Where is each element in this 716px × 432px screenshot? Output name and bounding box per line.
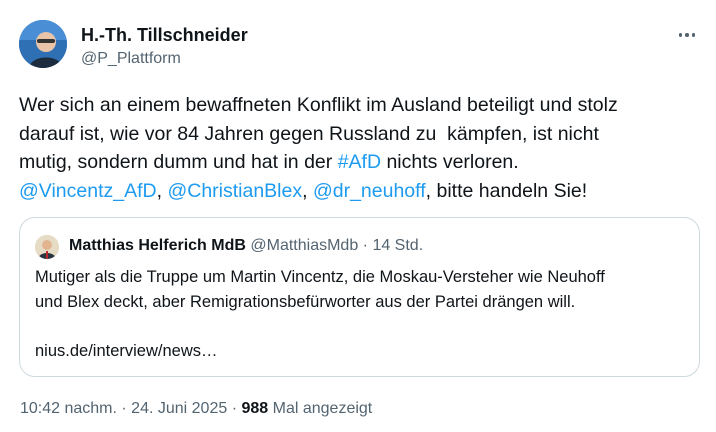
post-date[interactable]: 24. Juni 2025 bbox=[131, 400, 227, 417]
author-avatar[interactable] bbox=[19, 20, 67, 68]
mention-link-vincentz[interactable]: @Vincentz_AfD bbox=[19, 180, 157, 202]
quoted-timestamp[interactable]: 14 Std. bbox=[372, 237, 423, 254]
mention-link-neuhoff[interactable]: @dr_neuhoff bbox=[313, 180, 426, 202]
quoted-tweet[interactable]: Matthias Helferich MdB @MatthiasMdb · 14… bbox=[19, 217, 700, 377]
author-handle[interactable]: @P_Plattform bbox=[81, 50, 181, 68]
tweet-text: Wer sich an einem bewaffneten Konflikt i… bbox=[19, 94, 618, 202]
tweet-footer: 10:42 nachm. · 24. Juni 2025 · 988 Mal a… bbox=[20, 400, 373, 417]
quoted-author-name[interactable]: Matthias Helferich MdB bbox=[69, 237, 246, 254]
view-count-label: Mal angezeigt bbox=[268, 400, 373, 417]
quoted-text: Mutiger als die Truppe um Martin Vincent… bbox=[35, 268, 605, 360]
author-name[interactable]: H.-Th. Tillschneider bbox=[81, 25, 248, 46]
hashtag-link[interactable]: #AfD bbox=[338, 151, 381, 173]
quoted-header: Matthias Helferich MdB @MatthiasMdb · 14… bbox=[69, 237, 424, 254]
view-count: 988 bbox=[241, 400, 269, 417]
more-options-button[interactable] bbox=[672, 24, 702, 46]
tweet: H.-Th. Tillschneider @P_Plattform Wer si… bbox=[0, 0, 716, 432]
mention-link-blex[interactable]: @ChristianBlex bbox=[167, 180, 302, 202]
quoted-author-avatar[interactable] bbox=[35, 235, 59, 259]
post-time[interactable]: 10:42 nachm. bbox=[20, 400, 117, 417]
quoted-author-handle[interactable]: @MatthiasMdb bbox=[250, 237, 358, 254]
more-horizontal-icon bbox=[678, 33, 683, 37]
